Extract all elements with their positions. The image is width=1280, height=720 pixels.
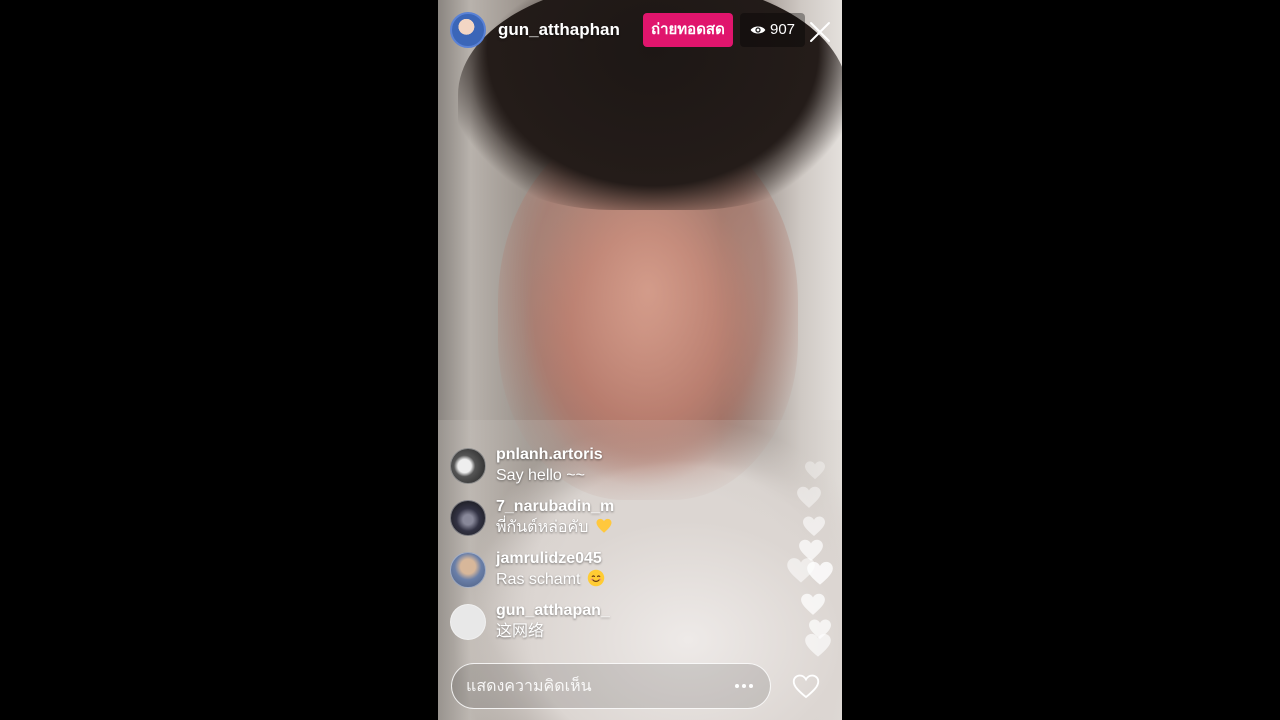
- commenter-avatar[interactable]: [450, 552, 486, 588]
- heart-outline-icon[interactable]: [792, 673, 820, 699]
- heart-icon: [803, 516, 825, 536]
- viewer-count-badge[interactable]: 907: [740, 13, 806, 47]
- comment-item[interactable]: jamrulidze045 Ras schamt: [450, 549, 750, 601]
- commenter-username[interactable]: 7_narubadin_m: [496, 497, 614, 517]
- smiling-face-icon: [587, 569, 605, 587]
- floating-hearts: [784, 460, 842, 660]
- commenter-username[interactable]: gun_atthapan_: [496, 601, 610, 621]
- comment-feed: pnlanh.artoris Say hello ~~ 7_narubadin_…: [450, 445, 750, 653]
- host-avatar[interactable]: [450, 12, 486, 48]
- composer-bar: [438, 660, 842, 720]
- commenter-avatar[interactable]: [450, 604, 486, 640]
- comment-text: พี่กันต์หล่อคับ: [496, 519, 589, 536]
- close-icon[interactable]: [808, 20, 832, 44]
- commenter-avatar[interactable]: [450, 448, 486, 484]
- comment-item[interactable]: 7_narubadin_m พี่กันต์หล่อคับ: [450, 497, 750, 549]
- comment-item[interactable]: gun_atthapan_ 这网络: [450, 601, 750, 653]
- commenter-username[interactable]: pnlanh.artoris: [496, 445, 603, 465]
- host-username[interactable]: gun_atthaphan: [498, 20, 620, 40]
- comment-text: 这网络: [496, 623, 545, 640]
- comment-input[interactable]: [464, 664, 718, 709]
- comment-text: Ras schamt: [496, 571, 581, 588]
- heart-icon: [797, 486, 821, 508]
- heart-icon: [805, 461, 825, 480]
- heart-icon: [807, 561, 833, 585]
- yellow-heart-icon: [596, 518, 612, 533]
- live-video-stage: gun_atthaphan ถ่ายทอดสด 907 pnlanh.artor…: [438, 0, 842, 720]
- heart-icon: [805, 633, 831, 657]
- comment-item[interactable]: pnlanh.artoris Say hello ~~: [450, 445, 750, 497]
- comment-composer[interactable]: [451, 663, 771, 709]
- heart-icon: [801, 593, 825, 615]
- eye-icon: [750, 26, 766, 34]
- comment-text: Say hello ~~: [496, 467, 585, 484]
- viewer-count: 907: [770, 21, 796, 38]
- commenter-username[interactable]: jamrulidze045: [496, 549, 605, 569]
- live-top-bar: gun_atthaphan ถ่ายทอดสด 907: [438, 0, 842, 62]
- more-dots-icon[interactable]: [732, 676, 756, 696]
- live-badge: ถ่ายทอดสด: [643, 13, 733, 47]
- commenter-avatar[interactable]: [450, 500, 486, 536]
